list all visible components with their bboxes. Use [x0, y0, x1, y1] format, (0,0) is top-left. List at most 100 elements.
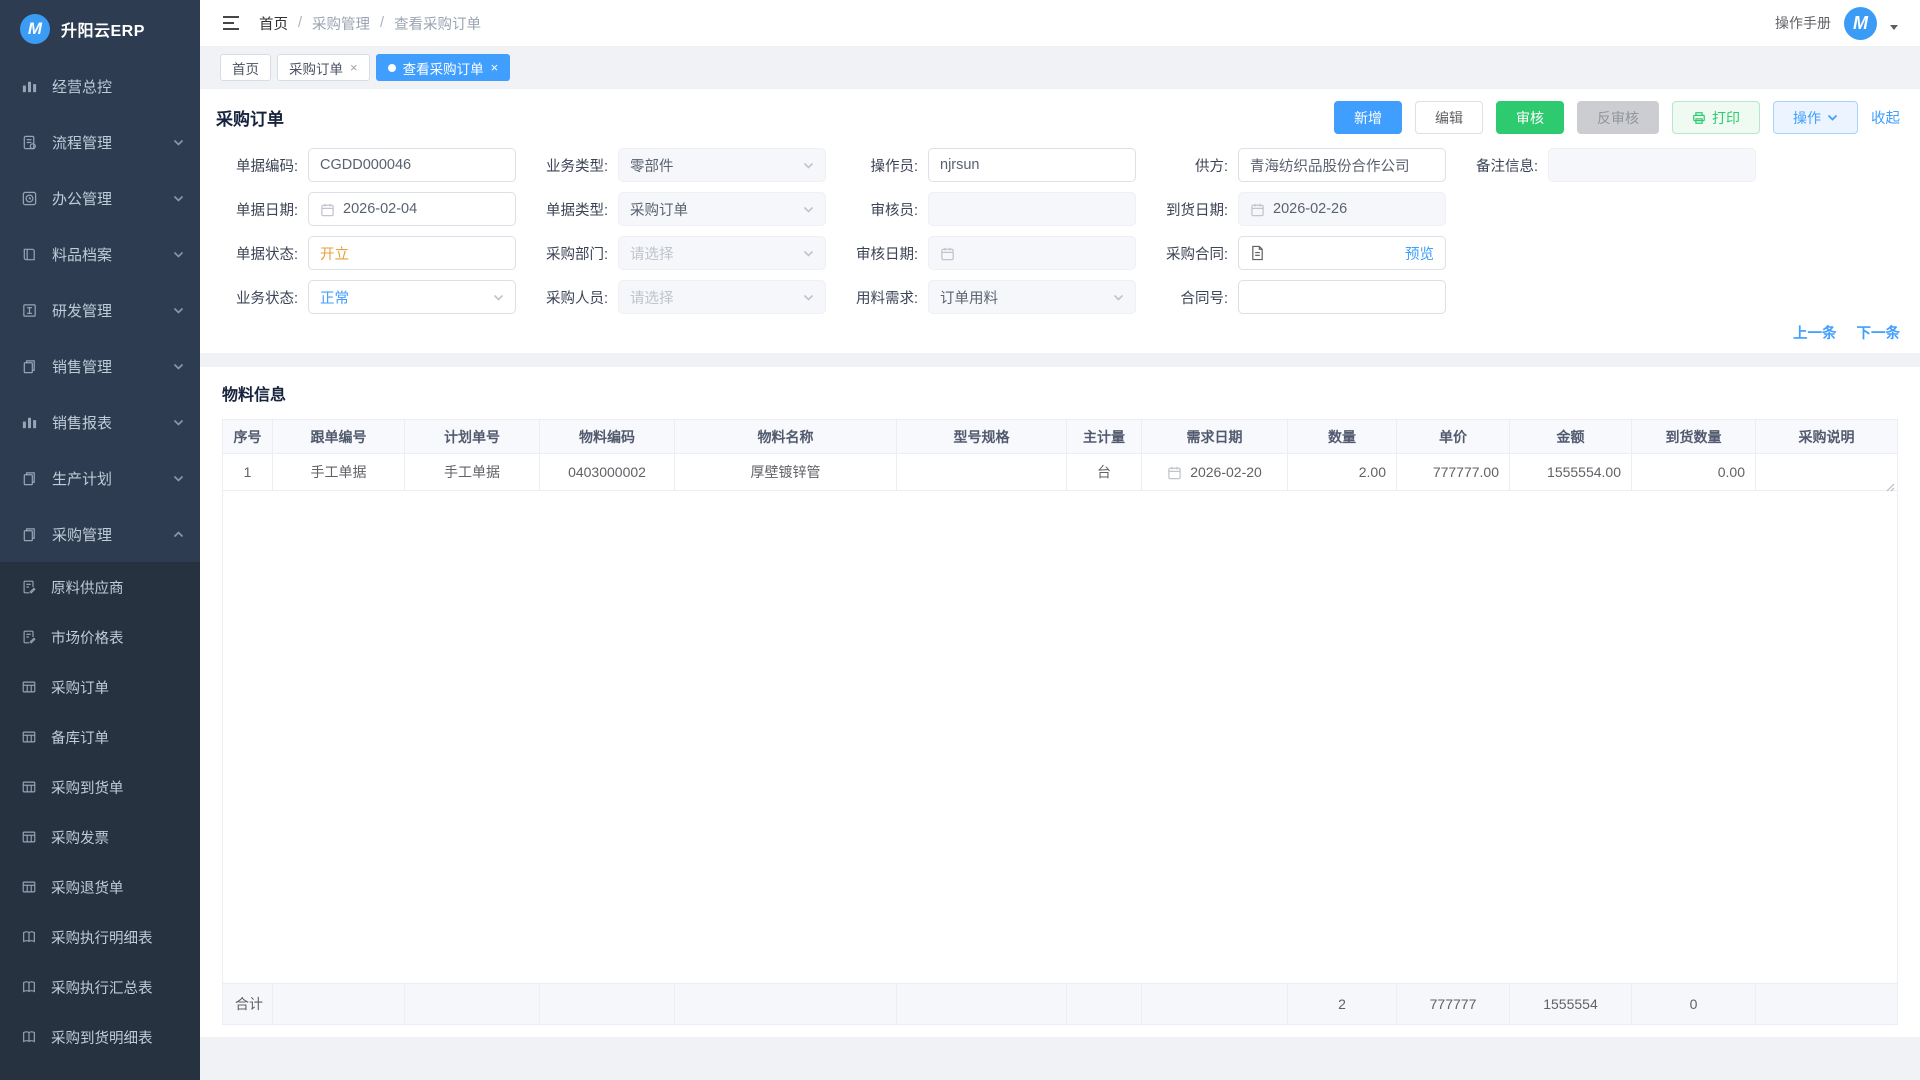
breadcrumb-current: 查看采购订单 — [394, 13, 481, 34]
operator-input[interactable]: njrsun — [928, 148, 1136, 182]
purchase-dept-select[interactable]: 请选择 — [618, 236, 826, 270]
sidebar-item-purchase-arrival[interactable]: 采购到货单 — [0, 762, 200, 812]
contract-no-input[interactable] — [1238, 280, 1446, 314]
cell-note-textarea[interactable] — [1756, 454, 1897, 490]
tab-view-purchase-order[interactable]: 查看采购订单 × — [376, 54, 511, 81]
next-record-link[interactable]: 下一条 — [1857, 322, 1901, 343]
sidebar-item-sales-mgmt[interactable]: 销售管理 — [0, 338, 200, 394]
sidebar-item-rnd-mgmt[interactable]: 研发管理 — [0, 282, 200, 338]
sidebar-item-business-overview[interactable]: 经营总控 — [0, 58, 200, 114]
contract-preview-link[interactable]: 预览 — [1405, 243, 1434, 264]
sidebar-item-purchase-order[interactable]: 采购订单 — [0, 662, 200, 712]
add-button[interactable]: 新增 — [1334, 101, 1402, 134]
calendar-icon — [940, 246, 955, 261]
sidebar-item-material-archive[interactable]: 料品档案 — [0, 226, 200, 282]
book-open-icon — [21, 1029, 37, 1045]
summary-label: 合计 — [223, 984, 273, 1024]
user-menu-caret-icon[interactable] — [1890, 25, 1898, 30]
audit-button[interactable]: 审核 — [1496, 101, 1564, 134]
edit-button[interactable]: 编辑 — [1415, 101, 1483, 134]
audit-date-input[interactable] — [928, 236, 1136, 270]
cell-material-code[interactable]: 0403000002 — [540, 454, 675, 490]
sidebar-item-production-plan[interactable]: 生产计划 — [0, 450, 200, 506]
summary-cell — [897, 984, 1067, 1024]
logo-icon: M — [20, 14, 50, 44]
sidebar-item-purchase-return[interactable]: 采购退货单 — [0, 862, 200, 912]
arrival-date-input[interactable]: 2026-02-26 — [1238, 192, 1446, 226]
table-row: 1 手工单据 手工单据 0403000002 厚壁镀锌管 台 2026-02-2… — [223, 454, 1897, 491]
sidebar-item-sales-report[interactable]: 销售报表 — [0, 394, 200, 450]
print-button-label: 打印 — [1712, 108, 1740, 128]
active-dot-icon — [388, 64, 396, 72]
doc-date-input[interactable]: 2026-02-04 — [308, 192, 516, 226]
summary-arrived: 0 — [1632, 984, 1756, 1024]
grid-icon — [21, 729, 37, 745]
purchase-submenu: 原料供应商 市场价格表 采购订单 备库订单 采购到货单 采购发票 采购退货单 — [0, 562, 200, 1080]
material-card: 物料信息 序号 跟单编号 计划单号 物料编码 物料名称 型号规格 主计量 需求日… — [200, 367, 1920, 1037]
contract-field[interactable]: 预览 — [1238, 236, 1446, 270]
sidebar-item-label: 采购退货单 — [51, 877, 184, 898]
close-icon[interactable]: × — [350, 61, 358, 74]
sidebar-item-market-price[interactable]: 市场价格表 — [0, 612, 200, 662]
avatar[interactable]: M — [1844, 7, 1877, 40]
biz-type-select[interactable]: 零部件 — [618, 148, 826, 182]
chevron-down-icon — [173, 305, 184, 316]
sidebar-item-arrival-detail-report[interactable]: 采购到货明细表 — [0, 1012, 200, 1062]
field-label: 合同号: — [1146, 287, 1238, 308]
breadcrumb-home[interactable]: 首页 — [259, 13, 288, 34]
table-empty-space — [223, 491, 1897, 983]
field-label: 备注信息: — [1456, 155, 1548, 176]
cell-qty[interactable]: 2.00 — [1288, 454, 1397, 490]
auditor-input[interactable] — [928, 192, 1136, 226]
cell-demand-date[interactable]: 2026-02-20 — [1142, 454, 1288, 490]
doc-type-select[interactable]: 采购订单 — [618, 192, 826, 226]
sidebar-item-purchase-mgmt[interactable]: 采购管理 — [0, 506, 200, 562]
remark-input[interactable] — [1548, 148, 1756, 182]
app-name: 升阳云ERP — [61, 17, 145, 41]
cell-spec[interactable] — [897, 454, 1067, 490]
chevron-down-icon — [173, 137, 184, 148]
cell-amount: 1555554.00 — [1510, 454, 1632, 490]
action-dropdown-button[interactable]: 操作 — [1773, 101, 1858, 134]
chevron-down-icon — [173, 193, 184, 204]
doc-status-field[interactable]: 开立 — [308, 236, 516, 270]
cell-price[interactable]: 777777.00 — [1397, 454, 1510, 490]
material-demand-select[interactable]: 订单用料 — [928, 280, 1136, 314]
sidebar-item-office-mgmt[interactable]: 办公管理 — [0, 170, 200, 226]
sidebar-item-raw-supplier[interactable]: 原料供应商 — [0, 562, 200, 612]
resize-handle[interactable] — [1886, 479, 1895, 488]
cell-order-no[interactable]: 手工单据 — [273, 454, 405, 490]
prev-record-link[interactable]: 上一条 — [1793, 322, 1837, 343]
sidebar-item-label: 采购执行明细表 — [51, 927, 184, 948]
manual-link[interactable]: 操作手册 — [1775, 13, 1831, 33]
sidebar-item-exec-summary-report[interactable]: 采购执行汇总表 — [0, 962, 200, 1012]
grid-icon — [21, 879, 37, 895]
sidebar-item-exec-detail-report[interactable]: 采购执行明细表 — [0, 912, 200, 962]
sidebar-item-invoice-detail-report[interactable]: 采购发票明细表 — [0, 1062, 200, 1080]
collapse-sidebar-icon[interactable] — [222, 15, 242, 31]
doc-code-input[interactable]: CGDD000046 — [308, 148, 516, 182]
sidebar-item-stock-order[interactable]: 备库订单 — [0, 712, 200, 762]
print-button[interactable]: 打印 — [1672, 101, 1760, 134]
purchaser-select[interactable]: 请选择 — [618, 280, 826, 314]
field-label: 业务类型: — [526, 155, 618, 176]
breadcrumb-section[interactable]: 采购管理 — [312, 13, 370, 34]
collapse-panel-link[interactable]: 收起 — [1871, 107, 1900, 128]
pages-icon — [21, 470, 38, 487]
sidebar-item-purchase-invoice[interactable]: 采购发票 — [0, 812, 200, 862]
order-form: 单据编码: CGDD000046 业务类型: 零部件 操作员: njrsun 供… — [216, 148, 1900, 314]
biz-status-select[interactable]: 正常 — [308, 280, 516, 314]
app-logo[interactable]: M 升阳云ERP — [0, 0, 200, 58]
supplier-input[interactable]: 青海纺织品股份合作公司 — [1238, 148, 1446, 182]
printer-icon — [1692, 111, 1706, 125]
sidebar-item-process-mgmt[interactable]: 流程管理 — [0, 114, 200, 170]
tab-purchase-order[interactable]: 采购订单 × — [277, 54, 370, 81]
column-header: 主计量 — [1067, 420, 1142, 453]
cell-material-name[interactable]: 厚壁镀锌管 — [675, 454, 897, 490]
field-label: 单据状态: — [216, 243, 308, 264]
tab-home[interactable]: 首页 — [220, 54, 271, 81]
close-icon[interactable]: × — [491, 61, 499, 74]
chevron-down-icon — [173, 361, 184, 372]
chevron-down-icon — [803, 160, 814, 171]
cell-plan-no[interactable]: 手工单据 — [405, 454, 540, 490]
